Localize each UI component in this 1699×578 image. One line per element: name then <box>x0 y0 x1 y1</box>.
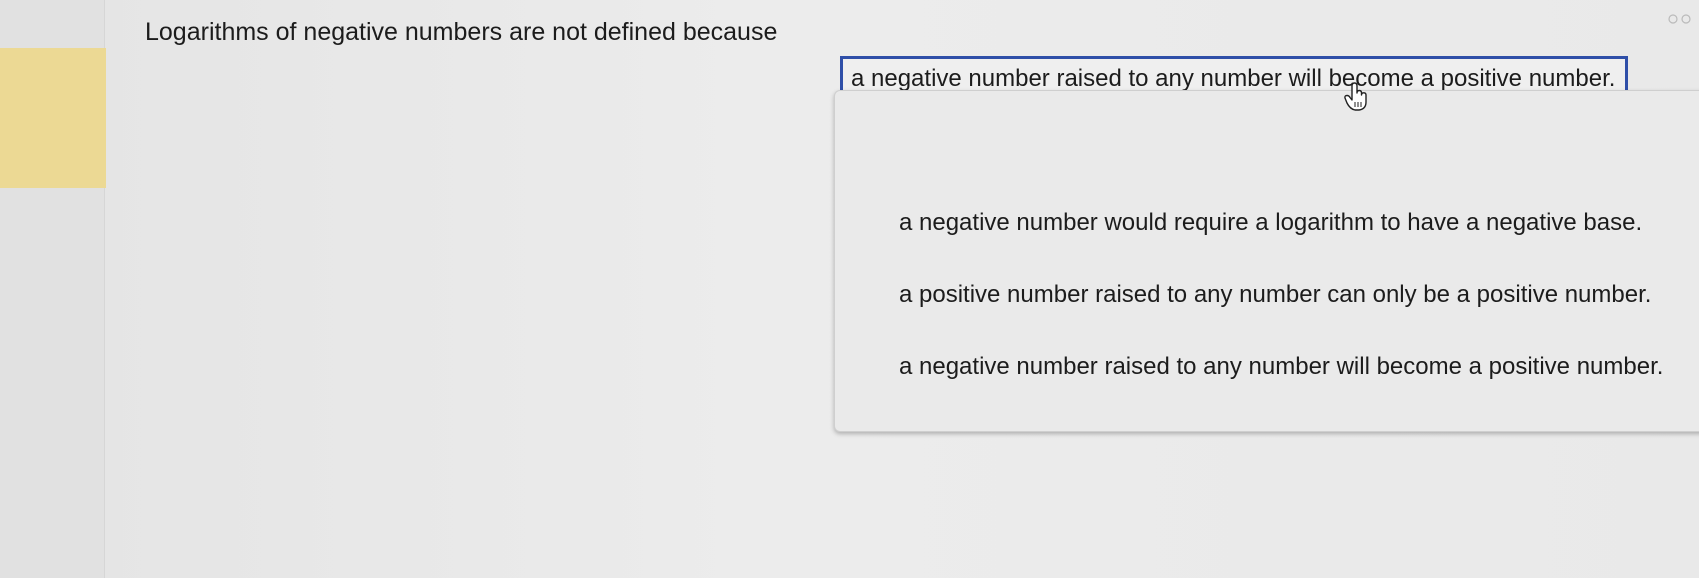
dropdown-option-3[interactable]: a negative number raised to any number w… <box>899 353 1663 381</box>
question-marker <box>0 48 106 188</box>
toolbar-icon <box>1668 14 1691 24</box>
hand-pointer-icon <box>1344 82 1367 111</box>
dropdown-option-1[interactable]: a negative number would require a logari… <box>899 209 1642 237</box>
dropdown-option-2[interactable]: a positive number raised to any number c… <box>899 281 1651 309</box>
dropdown-options-panel: a negative number would require a logari… <box>834 90 1699 432</box>
answer-dropdown-value: a negative number raised to any number w… <box>851 65 1616 92</box>
question-prompt: Logarithms of negative numbers are not d… <box>145 18 778 46</box>
